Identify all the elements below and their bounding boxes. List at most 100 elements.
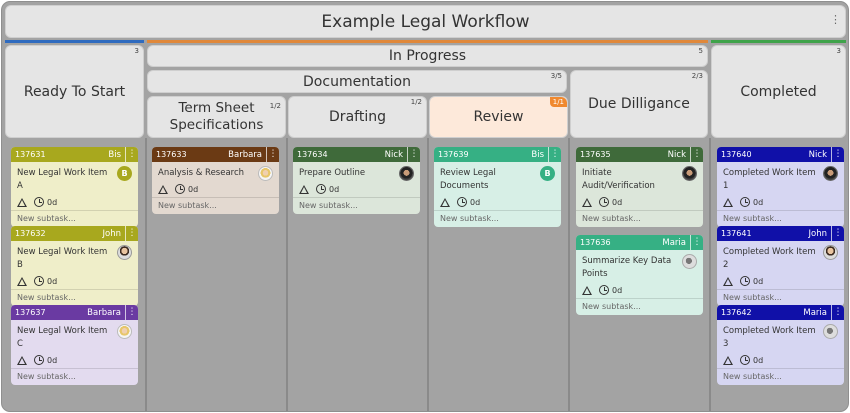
clock-icon — [740, 276, 750, 286]
card-137639[interactable]: 137639 Bis ⋮ Review Legal Documents B 0d… — [434, 147, 561, 227]
card-137637[interactable]: 137637 Barbara ⋮ New Legal Work Item C 0… — [11, 305, 138, 385]
card-header: 137635 Nick ⋮ — [576, 147, 703, 162]
new-subtask-input[interactable]: New subtask... — [576, 298, 703, 315]
triangle-icon — [582, 197, 592, 207]
card-body: Initiate Audit/Verification — [576, 162, 703, 193]
column-header-due-dilligance[interactable]: Due Dilligance 2/3 — [570, 70, 708, 138]
avatar — [117, 324, 132, 339]
card-137632[interactable]: 137632 John ⋮ New Legal Work Item B 0d N… — [11, 226, 138, 306]
avatar — [823, 166, 838, 181]
ready-color-bar — [5, 40, 144, 43]
group-title: In Progress — [388, 48, 467, 64]
clock-icon — [34, 276, 44, 286]
clock-icon — [599, 285, 609, 295]
new-subtask-input[interactable]: New subtask... — [293, 197, 420, 214]
group-count: 3/5 — [550, 72, 562, 80]
card-id: 137631 — [15, 150, 46, 159]
column-header-completed[interactable]: Completed 3 — [711, 45, 846, 138]
card-menu-icon[interactable]: ⋮ — [831, 226, 844, 241]
card-menu-icon[interactable]: ⋮ — [831, 147, 844, 162]
column-title: Drafting — [329, 109, 386, 125]
avatar — [682, 166, 697, 181]
clock-icon — [740, 197, 750, 207]
new-subtask-input[interactable]: New subtask... — [576, 210, 703, 227]
column-header-ready[interactable]: Ready To Start 3 — [5, 45, 144, 138]
card-time: 0d — [753, 276, 764, 286]
card-title: New Legal Work Item C — [17, 326, 108, 349]
card-137642[interactable]: 137642 Maria ⋮ Completed Work Item 3 0d … — [717, 305, 844, 385]
card-meta: 0d — [717, 193, 844, 210]
card-time: 0d — [47, 355, 58, 365]
triangle-icon — [723, 355, 733, 365]
card-time: 0d — [47, 276, 58, 286]
new-subtask-input[interactable]: New subtask... — [152, 197, 279, 214]
card-id: 137642 — [721, 308, 752, 317]
board-menu-icon[interactable]: ⋮ — [830, 14, 841, 25]
new-subtask-input[interactable]: New subtask... — [11, 210, 138, 227]
card-meta: 0d — [434, 193, 561, 210]
card-header: 137631 Bis ⋮ — [11, 147, 138, 162]
avatar: B — [540, 166, 555, 181]
triangle-icon — [440, 197, 450, 207]
new-subtask-input[interactable]: New subtask... — [11, 368, 138, 385]
card-title: New Legal Work Item B — [17, 247, 108, 270]
card-title: Prepare Outline — [299, 168, 366, 178]
card-137631[interactable]: 137631 Bis ⋮ New Legal Work Item A B 0d … — [11, 147, 138, 227]
card-meta: 0d — [11, 351, 138, 368]
new-subtask-input[interactable]: New subtask... — [717, 210, 844, 227]
clock-icon — [316, 184, 326, 194]
clock-icon — [34, 355, 44, 365]
card-id: 137637 — [15, 308, 46, 317]
card-menu-icon[interactable]: ⋮ — [125, 305, 138, 320]
card-menu-icon[interactable]: ⋮ — [125, 226, 138, 241]
column-header-drafting[interactable]: Drafting 1/2 — [288, 96, 427, 138]
card-id: 137636 — [580, 238, 611, 247]
card-137635[interactable]: 137635 Nick ⋮ Initiate Audit/Verificatio… — [576, 147, 703, 227]
lane-divider — [427, 138, 429, 411]
triangle-icon — [158, 184, 168, 194]
group-header-in-progress[interactable]: In Progress 5 — [147, 45, 708, 67]
column-title: Review — [473, 109, 524, 125]
card-137634[interactable]: 137634 Nick ⋮ Prepare Outline 0d New sub… — [293, 147, 420, 214]
clock-icon — [740, 355, 750, 365]
triangle-icon — [17, 276, 27, 286]
card-title: Completed Work Item 1 — [723, 168, 816, 191]
card-menu-icon[interactable]: ⋮ — [690, 147, 703, 162]
card-id: 137632 — [15, 229, 46, 238]
card-137636[interactable]: 137636 Maria ⋮ Summarize Key Data Points… — [576, 235, 703, 315]
card-menu-icon[interactable]: ⋮ — [266, 147, 279, 162]
column-title: Completed — [740, 83, 817, 100]
card-id: 137639 — [438, 150, 469, 159]
group-header-documentation[interactable]: Documentation 3/5 — [147, 70, 567, 93]
card-137641[interactable]: 137641 John ⋮ Completed Work Item 2 0d N… — [717, 226, 844, 306]
new-subtask-input[interactable]: New subtask... — [717, 368, 844, 385]
new-subtask-input[interactable]: New subtask... — [717, 289, 844, 306]
card-body: New Legal Work Item A B — [11, 162, 138, 193]
card-menu-icon[interactable]: ⋮ — [548, 147, 561, 162]
card-menu-icon[interactable]: ⋮ — [125, 147, 138, 162]
card-body: Prepare Outline — [293, 162, 420, 181]
card-title: Analysis & Research — [158, 168, 245, 178]
new-subtask-input[interactable]: New subtask... — [434, 210, 561, 227]
avatar — [682, 254, 697, 269]
card-body: Summarize Key Data Points — [576, 250, 703, 281]
card-title: Initiate Audit/Verification — [582, 168, 655, 191]
card-id: 137634 — [297, 150, 328, 159]
card-header: 137639 Bis ⋮ — [434, 147, 561, 162]
card-menu-icon[interactable]: ⋮ — [690, 235, 703, 250]
card-header: 137633 Barbara ⋮ — [152, 147, 279, 162]
card-137633[interactable]: 137633 Barbara ⋮ Analysis & Research 0d … — [152, 147, 279, 214]
card-menu-icon[interactable]: ⋮ — [407, 147, 420, 162]
card-menu-icon[interactable]: ⋮ — [831, 305, 844, 320]
column-header-review[interactable]: Review 1/1 — [429, 96, 568, 138]
card-id: 137640 — [721, 150, 752, 159]
new-subtask-input[interactable]: New subtask... — [11, 289, 138, 306]
card-meta: 0d — [11, 193, 138, 210]
triangle-icon — [299, 184, 309, 194]
column-header-term-sheet[interactable]: Term Sheet Specifications 1/2 — [147, 96, 286, 138]
triangle-icon — [582, 285, 592, 295]
avatar — [823, 324, 838, 339]
card-body: New Legal Work Item B — [11, 241, 138, 272]
card-title: Completed Work Item 2 — [723, 247, 816, 270]
card-137640[interactable]: 137640 Nick ⋮ Completed Work Item 1 0d N… — [717, 147, 844, 227]
